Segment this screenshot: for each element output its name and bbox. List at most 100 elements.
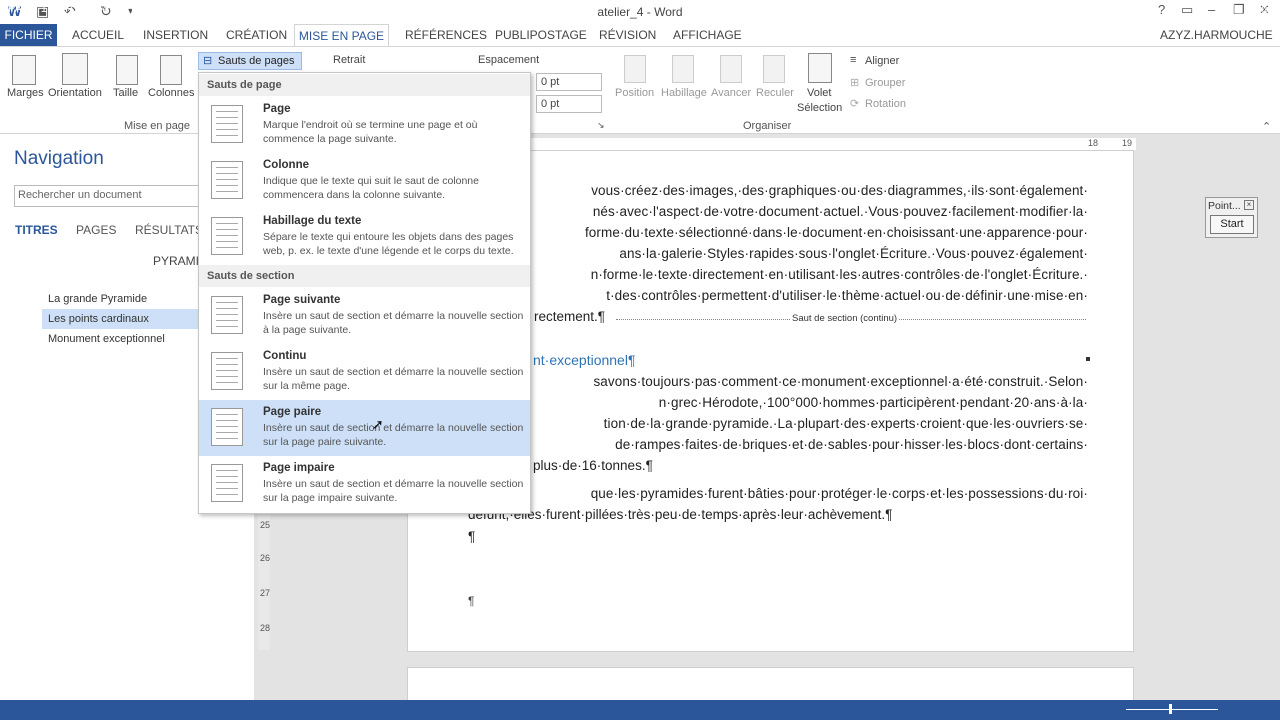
section-break-label: Saut de section (continu) <box>790 313 900 324</box>
orientation-button[interactable]: Orientation <box>48 87 102 99</box>
zoom-slider[interactable] <box>1126 709 1218 710</box>
doc-line[interactable]: défunt,·elles·furent·pillées·très·peu·de… <box>468 507 892 522</box>
doc-line[interactable]: n·grec·Hérodote,·100°000·hommes·particip… <box>468 395 1088 410</box>
restore-icon[interactable]: ❐ <box>1233 2 1245 18</box>
start-button[interactable]: Start <box>1210 215 1254 234</box>
icon-line <box>216 241 238 242</box>
selection-pane-line1[interactable]: Volet <box>807 87 831 99</box>
menu-item-title: Page <box>263 103 291 115</box>
doc-line[interactable]: vous·créez·des·images,·des·graphiques·ou… <box>468 183 1088 198</box>
tab-view[interactable]: AFFICHAGE <box>673 28 742 42</box>
align-button[interactable]: Aligner <box>865 55 899 67</box>
position-icon[interactable] <box>624 55 646 83</box>
orientation-icon[interactable] <box>62 53 88 85</box>
doc-line[interactable]: de·rampes·faites·de·briques·et·de·sables… <box>468 437 1088 452</box>
size-button[interactable]: Taille <box>113 87 138 99</box>
rotate-button[interactable]: Rotation <box>865 98 906 110</box>
tab-mailings[interactable]: PUBLIPOSTAGE <box>495 28 587 42</box>
nav-heading-item[interactable]: La grande Pyramide <box>48 293 147 305</box>
menu-item-desc: Sépare le texte qui entoure les objets d… <box>263 231 514 257</box>
minimize-icon[interactable]: – <box>1208 2 1215 17</box>
nav-tab-headings[interactable]: TITRES <box>15 223 58 237</box>
menu-item-column[interactable]: Colonne Indique que le texte qui suit le… <box>199 153 530 209</box>
zoom-level[interactable]: 98 % <box>1244 3 1269 15</box>
pilcrow[interactable]: ¶ <box>468 529 475 544</box>
pilcrow[interactable]: ¶ <box>468 594 474 608</box>
margins-icon[interactable] <box>12 55 36 85</box>
doc-line[interactable]: savons·toujours·pas·comment·ce·monument·… <box>468 374 1088 389</box>
tab-references[interactable]: RÉFÉRENCES <box>405 28 487 42</box>
icon-line <box>216 173 238 174</box>
tab-review[interactable]: RÉVISION <box>599 28 656 42</box>
menu-item-text-wrapping[interactable]: Habillage du texte Sépare le texte qui e… <box>199 209 530 265</box>
doc-line[interactable]: forme·du·texte·sélectionné·dans·le·docum… <box>468 225 1088 240</box>
menu-item-title: Habillage du texte <box>263 215 362 227</box>
nav-tab-results[interactable]: RÉSULTATS <box>135 223 203 237</box>
position-button[interactable]: Position <box>615 87 654 99</box>
menu-item-desc: Insère un saut de section et démarre la … <box>263 478 524 504</box>
spacing-before-input[interactable]: 0 pt <box>536 73 602 91</box>
tab-design[interactable]: CRÉATION <box>226 28 287 42</box>
doc-heading[interactable]: nt·exceptionnel¶ <box>533 352 635 368</box>
horizontal-ruler[interactable] <box>520 138 1136 150</box>
page-count[interactable]: PAGE 1 SUR 3 <box>8 3 82 15</box>
floating-toolbar-title: Point... <box>1208 200 1241 212</box>
floating-close-icon[interactable]: × <box>1244 200 1254 210</box>
nav-tab-pages[interactable]: PAGES <box>76 223 116 237</box>
margins-button[interactable]: Marges <box>7 87 44 99</box>
read-mode-icon[interactable]: ▯ <box>1016 3 1022 16</box>
menu-item-title: Continu <box>263 350 307 362</box>
bring-forward-icon[interactable] <box>720 55 742 83</box>
nav-heading-item[interactable]: Monument exceptionnel <box>48 333 165 345</box>
zoom-out-icon[interactable]: – <box>1114 3 1120 15</box>
tab-home[interactable]: ACCUEIL <box>72 28 124 42</box>
menu-item-even-page[interactable]: Page paire Insère un saut de section et … <box>199 400 530 456</box>
word-count[interactable]: 554 MOTS <box>90 3 143 15</box>
menu-item-desc: Marque l'endroit où se termine une page … <box>263 119 478 145</box>
doc-line[interactable]: nés·avec·l'aspect·de·votre·document·actu… <box>468 204 1088 219</box>
menu-item-odd-page[interactable]: Page impaire Insère un saut de section e… <box>199 456 530 512</box>
nav-heading-item[interactable]: Les points cardinaux <box>48 313 149 325</box>
doc-line[interactable]: n·forme·le·texte·directement·en·utilisan… <box>468 267 1088 282</box>
doc-line[interactable]: tion·de·la·grande·pyramide.·La·plupart·d… <box>468 416 1088 431</box>
menu-item-next-page[interactable]: Page suivante Insère un saut de section … <box>199 288 530 344</box>
send-backward-icon[interactable] <box>763 55 785 83</box>
paragraph-launcher-icon[interactable]: ↘ <box>597 120 605 131</box>
zoom-slider-thumb[interactable] <box>1169 704 1172 714</box>
print-layout-icon[interactable]: ▤ <box>1052 3 1062 16</box>
doc-line[interactable]: ans·la·galerie·Styles·rapides·sous·l'ong… <box>468 246 1088 261</box>
size-icon[interactable] <box>116 55 138 85</box>
wrap-button[interactable]: Habillage <box>661 87 707 99</box>
menu-item-page[interactable]: Page Marque l'endroit où se termine une … <box>199 97 530 153</box>
collapse-ribbon-icon[interactable]: ⌃ <box>1262 120 1271 133</box>
doc-line[interactable]: que·les·pyramides·furent·bâties·pour·pro… <box>468 486 1088 501</box>
menu-item-title: Page impaire <box>263 462 335 474</box>
doc-line[interactable]: rectement.¶ <box>534 309 605 324</box>
breaks-label: Sauts de pages <box>218 55 295 67</box>
selection-pane-line2[interactable]: Sélection <box>797 102 842 114</box>
tab-file[interactable]: FICHIER <box>0 24 57 46</box>
group-button[interactable]: Grouper <box>865 77 905 89</box>
doc-line[interactable]: t·des·contrôles·permettent·d'utiliser·le… <box>468 288 1088 303</box>
spacing-after-input[interactable]: 0 pt <box>536 95 602 113</box>
menu-item-continuous[interactable]: Continu Insère un saut de section et dém… <box>199 344 530 400</box>
doc-line[interactable]: plus·de·16·tonnes.¶ <box>533 458 653 473</box>
ribbon-display-icon[interactable]: ▭ <box>1181 2 1193 18</box>
proofing-icon[interactable]: ▤ <box>156 3 166 16</box>
icon-line <box>216 476 238 477</box>
help-icon[interactable]: ? <box>1158 2 1165 17</box>
zoom-in-icon[interactable]: + <box>1222 3 1228 15</box>
breaks-dropdown-menu: Sauts de page Page Marque l'endroit où s… <box>198 72 531 514</box>
language[interactable]: FRANÇAIS (FRANCE) <box>186 3 297 15</box>
columns-button[interactable]: Colonnes <box>148 87 194 99</box>
tab-insert[interactable]: INSERTION <box>143 28 208 42</box>
bring-forward-button[interactable]: Avancer <box>711 87 751 99</box>
user-name[interactable]: AZYZ.HARMOUCHE <box>1160 28 1273 42</box>
send-backward-button[interactable]: Reculer <box>756 87 794 99</box>
tab-layout[interactable]: MISE EN PAGE <box>294 24 389 47</box>
selection-pane-icon[interactable] <box>808 53 832 83</box>
wrap-icon[interactable] <box>672 55 694 83</box>
nav-search-input[interactable]: Rechercher un document <box>14 185 214 207</box>
web-layout-icon[interactable]: ▣ <box>1087 3 1097 16</box>
columns-icon[interactable] <box>160 55 182 85</box>
